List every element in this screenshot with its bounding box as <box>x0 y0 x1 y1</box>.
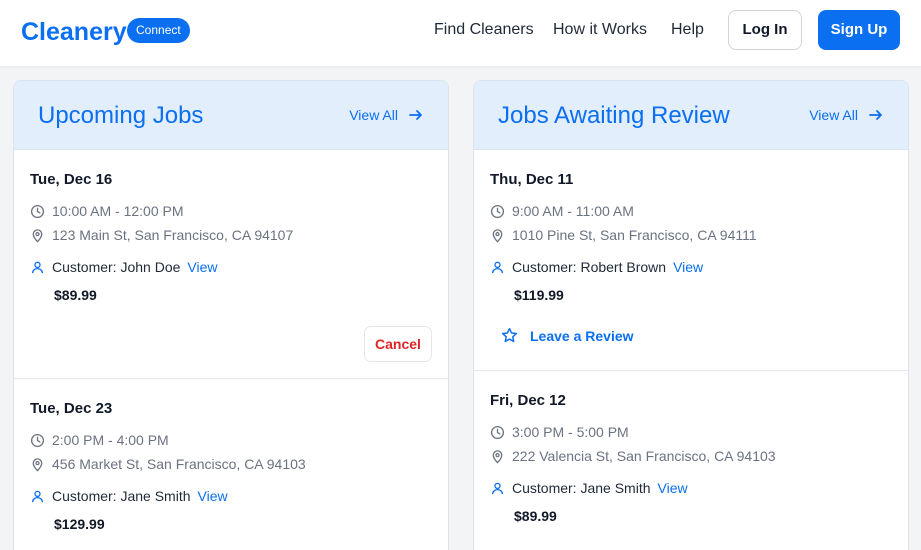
job-card: Fri, Dec 12 3:00 PM - 5:00 PM 222 Valenc… <box>474 371 908 550</box>
job-price: $89.99 <box>54 287 97 303</box>
panel-header: Upcoming Jobs View All <box>14 81 448 150</box>
job-card: Tue, Dec 23 2:00 PM - 4:00 PM 456 Market… <box>14 379 448 550</box>
job-address-text: 456 Market St, San Francisco, CA 94103 <box>52 456 306 472</box>
job-address-text: 123 Main St, San Francisco, CA 94107 <box>52 227 294 243</box>
job-price: $89.99 <box>514 508 557 524</box>
job-time-text: 3:00 PM - 5:00 PM <box>512 424 629 440</box>
job-price: $129.99 <box>54 516 105 532</box>
top-navbar: Cleanery Connect Find Cleaners How it Wo… <box>0 0 921 66</box>
view-all-link[interactable]: View All <box>349 107 424 123</box>
job-customer: Customer: Jane Smith View <box>30 488 228 504</box>
star-icon <box>501 327 518 343</box>
customer-name: Customer: Robert Brown <box>512 259 667 275</box>
job-address-text: 222 Valencia St, San Francisco, CA 94103 <box>512 448 776 464</box>
user-icon <box>31 261 44 273</box>
leave-review-label[interactable]: Leave a Review <box>530 328 634 344</box>
view-all-label[interactable]: View All <box>809 107 858 123</box>
job-customer: Customer: John Doe View <box>30 259 218 275</box>
job-time: 2:00 PM - 4:00 PM <box>30 432 169 448</box>
connect-badge: Connect <box>127 18 190 43</box>
nav-how-it-works[interactable]: How it Works <box>553 21 647 39</box>
job-time: 9:00 AM - 11:00 AM <box>490 203 634 219</box>
user-icon <box>31 490 44 502</box>
job-date: Tue, Dec 23 <box>30 400 113 417</box>
upcoming-jobs-panel: Upcoming Jobs View All Tue, Dec 16 10:00… <box>13 80 449 550</box>
view-customer-link[interactable]: View <box>673 259 703 275</box>
logo[interactable]: Cleanery <box>21 18 127 47</box>
panel-title: Jobs Awaiting Review <box>498 102 730 129</box>
job-card: Thu, Dec 11 9:00 AM - 11:00 AM 1010 Pine… <box>474 150 908 371</box>
job-customer: Customer: Robert Brown View <box>490 259 703 275</box>
job-time: 10:00 AM - 12:00 PM <box>30 203 184 219</box>
clock-icon <box>30 204 45 218</box>
job-time: 3:00 PM - 5:00 PM <box>490 424 629 440</box>
login-button[interactable]: Log In <box>728 10 802 50</box>
job-date: Fri, Dec 12 <box>490 392 566 409</box>
job-price: $119.99 <box>514 287 564 303</box>
cancel-button[interactable]: Cancel <box>364 326 432 362</box>
arrow-right-icon <box>869 110 882 120</box>
job-date: Thu, Dec 11 <box>490 171 574 188</box>
clock-icon <box>490 425 505 439</box>
signup-button[interactable]: Sign Up <box>818 10 900 50</box>
job-address: 222 Valencia St, San Francisco, CA 94103 <box>490 448 776 464</box>
view-all-link[interactable]: View All <box>809 107 884 123</box>
job-address: 123 Main St, San Francisco, CA 94107 <box>30 227 293 243</box>
user-icon <box>491 482 504 494</box>
panel-title: Upcoming Jobs <box>38 102 204 129</box>
view-customer-link[interactable]: View <box>658 480 688 496</box>
nav-help[interactable]: Help <box>671 21 704 39</box>
job-time-text: 10:00 AM - 12:00 PM <box>52 203 184 219</box>
user-icon <box>491 261 504 273</box>
map-pin-icon <box>492 228 503 243</box>
job-time-text: 9:00 AM - 11:00 AM <box>512 203 634 219</box>
clock-icon <box>30 433 45 447</box>
job-customer: Customer: Jane Smith View <box>490 480 688 496</box>
job-time-text: 2:00 PM - 4:00 PM <box>52 432 169 448</box>
job-date: Tue, Dec 16 <box>30 171 113 188</box>
nav-find-cleaners[interactable]: Find Cleaners <box>434 21 534 39</box>
view-customer-link[interactable]: View <box>198 488 228 504</box>
jobs-awaiting-review-panel: Jobs Awaiting Review View All Thu, Dec 1… <box>473 80 909 550</box>
panel-header: Jobs Awaiting Review View All <box>474 81 908 150</box>
customer-name: Customer: John Doe <box>52 259 181 275</box>
view-all-label[interactable]: View All <box>349 107 398 123</box>
customer-name: Customer: Jane Smith <box>52 488 191 504</box>
job-address-text: 1010 Pine St, San Francisco, CA 94111 <box>512 227 757 243</box>
job-card: Tue, Dec 16 10:00 AM - 12:00 PM 123 Main… <box>14 150 448 379</box>
job-address: 1010 Pine St, San Francisco, CA 94111 <box>490 227 757 243</box>
leave-review-button[interactable]: Leave a Review <box>501 327 634 344</box>
map-pin-icon <box>32 457 43 472</box>
customer-name: Customer: Jane Smith <box>512 480 651 496</box>
map-pin-icon <box>32 228 43 243</box>
map-pin-icon <box>492 449 503 464</box>
arrow-right-icon <box>409 110 422 120</box>
clock-icon <box>490 204 505 218</box>
view-customer-link[interactable]: View <box>187 259 217 275</box>
job-address: 456 Market St, San Francisco, CA 94103 <box>30 456 306 472</box>
